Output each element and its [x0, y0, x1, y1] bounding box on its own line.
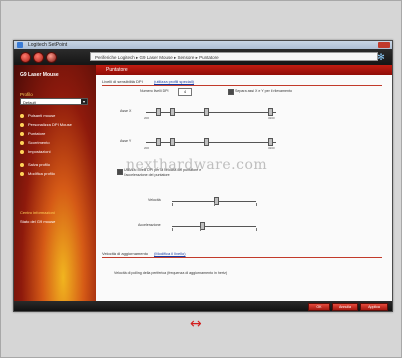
axis-y-thumb-3[interactable]	[204, 138, 209, 146]
bullet-icon	[20, 149, 24, 154]
acceleration-track	[172, 226, 256, 227]
bullet-icon	[20, 131, 24, 136]
section-divider	[102, 85, 382, 86]
axis-x-max-label: 3200	[268, 116, 275, 120]
sidebar: G9 Laser Mouse Profilo Default ▾ Pulsant…	[14, 65, 96, 301]
axis-y-thumb-4[interactable]	[268, 138, 273, 146]
sidebar-item-pointer[interactable]: Puntatore	[20, 131, 45, 136]
home-button[interactable]	[46, 52, 57, 63]
sidebar-item-settings[interactable]: Impostazioni	[20, 149, 50, 154]
separate-axes-label: Separa assi X e Y per il rilevamento	[235, 89, 292, 93]
axis-y-label: Asse Y	[120, 139, 132, 143]
axis-x-thumb-3[interactable]	[204, 108, 209, 116]
axis-x-track	[146, 112, 276, 113]
double-arrow-icon[interactable]: ↔	[190, 317, 202, 331]
speed-tick-min	[172, 203, 173, 206]
section-report-rate-link[interactable]: (Modifica il livello)	[154, 251, 186, 256]
axis-y-thumb-2[interactable]	[170, 138, 175, 146]
info-center-title: Centro informazioni	[20, 210, 55, 215]
axis-y-min-label: 200	[144, 146, 150, 150]
page-title: Puntatore	[106, 67, 128, 73]
dpi-levels-label: Numero livelli DPI	[140, 89, 169, 93]
product-name: G9 Laser Mouse	[20, 72, 59, 78]
apply-button[interactable]: Applica	[360, 303, 388, 311]
content-header: Puntatore	[96, 65, 392, 75]
section-divider-2	[102, 257, 382, 258]
section-dpi-label: Livelli di sensibilità DPI	[102, 79, 143, 84]
acceleration-tick-max	[256, 228, 257, 231]
sidebar-item-dpi[interactable]: Personalizza DPI Mouse	[20, 122, 72, 127]
bullet-icon	[20, 171, 24, 176]
chevron-down-icon: ▾	[81, 99, 87, 104]
screenshot-frame: Logitech SetPoint Periferiche Logitech ▸…	[0, 0, 402, 358]
axis-y-track	[146, 142, 276, 143]
sidebar-item-save-profile[interactable]: Salva profilo	[20, 162, 50, 167]
axis-y-max-label: 3200	[268, 146, 275, 150]
forward-button[interactable]	[33, 52, 44, 63]
speed-tick-mid	[214, 203, 215, 206]
axis-x-min-label: 200	[144, 116, 150, 120]
acceleration-tick-min	[172, 228, 173, 231]
close-button[interactable]	[378, 42, 390, 48]
info-center-link[interactable]: Stato del G9 mouse	[20, 219, 55, 224]
speed-label: Velocità	[148, 198, 161, 202]
separate-axes-checkbox[interactable]	[228, 89, 234, 95]
axis-x-thumb-2[interactable]	[170, 108, 175, 116]
axis-x-thumb-4[interactable]	[268, 108, 273, 116]
sidebar-item-edit-profile[interactable]: Modifica profilo	[20, 171, 55, 176]
back-button[interactable]	[20, 52, 31, 63]
setpoint-window: Logitech SetPoint Periferiche Logitech ▸…	[13, 40, 393, 312]
footer-bar: OK Annulla Applica	[14, 301, 392, 311]
sidebar-item-buttons[interactable]: Pulsanti mouse	[20, 113, 55, 118]
navigation-bar: Periferiche Logitech ▸ G9 Laser Mouse ▸ …	[14, 49, 392, 65]
report-rate-note: Velocità di polling della periferica (fr…	[114, 271, 228, 275]
cancel-button[interactable]: Annulla	[332, 303, 358, 311]
axis-y-thumb-1[interactable]	[156, 138, 161, 146]
bullet-icon	[20, 113, 24, 118]
acceleration-tick-mid	[200, 228, 201, 231]
acceleration-label: Accelerazione	[138, 223, 161, 227]
watermark-text: nexthardware.com	[126, 157, 268, 173]
main-content: Puntatore Livelli di sensibilità DPI (ut…	[96, 65, 392, 301]
app-icon	[17, 42, 23, 48]
title-bar: Logitech SetPoint	[14, 41, 392, 49]
logitech-logo-icon: ✻	[377, 52, 385, 62]
use-dpi-levels-checkbox[interactable]	[117, 169, 123, 175]
section-report-rate-label: Velocità di aggiornamento	[102, 251, 149, 256]
axis-x-label: Asse X	[120, 109, 132, 113]
profile-select[interactable]: Default ▾	[20, 98, 88, 105]
profile-label: Profilo	[20, 92, 33, 97]
dpi-levels-select[interactable]: 4	[178, 88, 192, 96]
section-dpi-link[interactable]: (utilizza profili speciali)	[154, 79, 194, 84]
bullet-icon	[20, 140, 24, 145]
address-breadcrumb[interactable]: Periferiche Logitech ▸ G9 Laser Mouse ▸ …	[90, 52, 378, 61]
bullet-icon	[20, 122, 24, 127]
sidebar-item-scroll[interactable]: Scorrimento	[20, 140, 50, 145]
window-title: Logitech SetPoint	[28, 42, 68, 48]
profile-value: Default	[23, 100, 36, 105]
bullet-icon	[20, 162, 24, 167]
speed-tick-max	[256, 203, 257, 206]
ok-button[interactable]: OK	[308, 303, 330, 311]
axis-x-thumb-1[interactable]	[156, 108, 161, 116]
